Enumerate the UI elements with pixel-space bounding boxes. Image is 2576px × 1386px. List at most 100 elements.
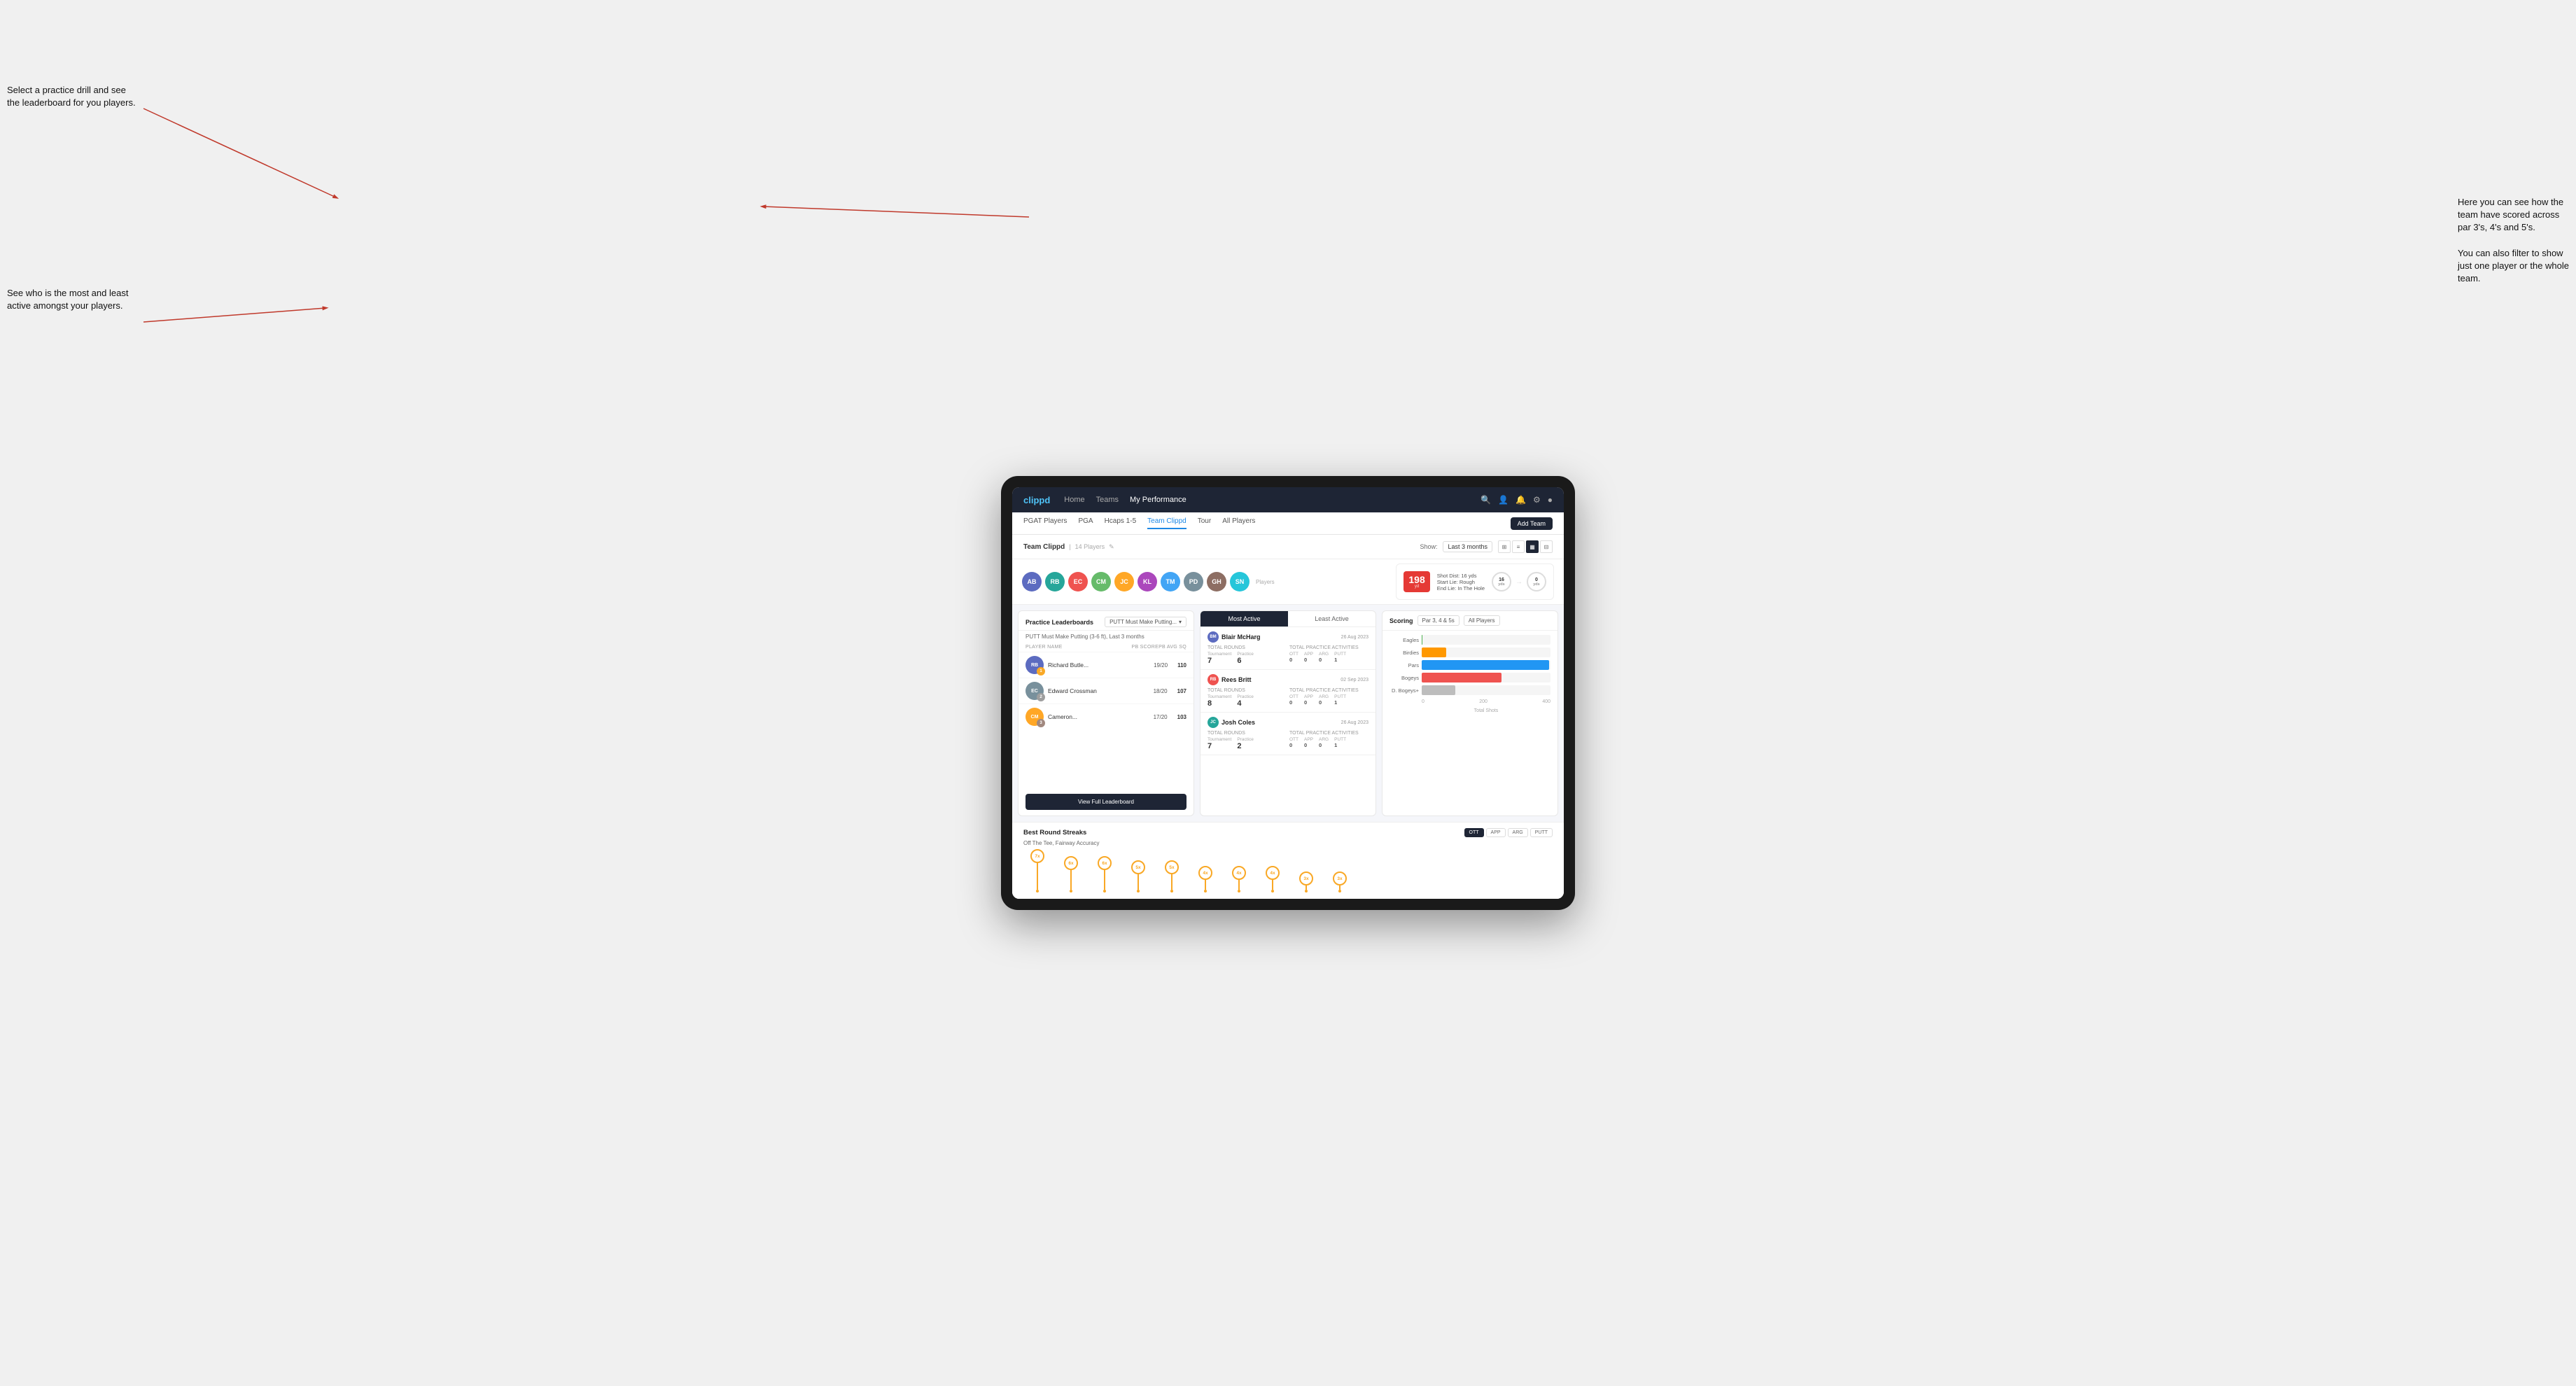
end-lie: End Lie: In The Hole <box>1437 585 1485 592</box>
birdies-row: Birdies 96 <box>1390 648 1550 657</box>
list-item: JC Josh Coles 26 Aug 2023 Total Rounds T… <box>1200 713 1376 755</box>
most-active-tab[interactable]: Most Active <box>1200 611 1288 626</box>
player-avatar-4[interactable]: CM <box>1091 572 1111 592</box>
navbar-icons: 🔍 👤 🔔 ⚙ ● <box>1480 495 1553 505</box>
blair-practice-activities: Total Practice Activities OTT 0 APP 0 <box>1289 645 1368 665</box>
list-item: RB Rees Britt 02 Sep 2023 Total Rounds T… <box>1200 670 1376 713</box>
shot-dist-text: Shot Dist: 16 yds <box>1437 573 1485 579</box>
subnav-hcaps[interactable]: Hcaps 1-5 <box>1105 517 1137 529</box>
streak-dot-6 <box>1204 890 1207 892</box>
blair-putt-val: 1 <box>1334 657 1346 663</box>
dist-sub-1: yds <box>1498 582 1504 587</box>
player-avatar-10[interactable]: SN <box>1230 572 1250 592</box>
scoring-title: Scoring <box>1390 617 1413 624</box>
par-filter[interactable]: Par 3, 4 & 5s <box>1418 615 1460 626</box>
nav-teams[interactable]: Teams <box>1096 496 1119 504</box>
rees-rounds-label: Total Rounds <box>1208 688 1287 693</box>
streak-label-10: 3x <box>1333 872 1347 886</box>
player-avg-2: 107 <box>1177 688 1186 694</box>
col-avg: PB AVG SQ <box>1158 645 1186 650</box>
annotation-top-left: Select a practice drill and seethe leade… <box>7 84 136 109</box>
streaks-btn-app[interactable]: APP <box>1486 828 1506 837</box>
player-avatar-7[interactable]: TM <box>1161 572 1180 592</box>
subnav-team-clippd[interactable]: Team Clippd <box>1147 517 1186 529</box>
leaderboard-subtitle: PUTT Must Make Putting (3-6 ft), Last 3 … <box>1018 631 1194 643</box>
player-name-blair: BM Blair McHarg <box>1208 631 1261 643</box>
rank-avatar-1: RB 1 <box>1026 656 1044 674</box>
dist-sub-2: yds <box>1533 582 1539 587</box>
rees-tournament-val: 8 <box>1208 699 1231 708</box>
player-filter[interactable]: All Players <box>1464 615 1500 626</box>
content-grid: Practice Leaderboards PUTT Must Make Put… <box>1012 605 1564 822</box>
team-header: Team Clippd | 14 Players ✎ Show: Last 3 … <box>1012 535 1564 559</box>
table-row[interactable]: CM 3 Cameron... 17/20 103 <box>1018 704 1194 729</box>
grid-view-icon[interactable]: ⊞ <box>1498 540 1511 553</box>
player-avatar-6[interactable]: KL <box>1138 572 1157 592</box>
player-score-1: 19/20 <box>1154 662 1168 668</box>
tablet-shell: clippd Home Teams My Performance 🔍 👤 🔔 ⚙… <box>1001 476 1575 910</box>
gold-badge: 1 <box>1037 667 1045 676</box>
pars-bar <box>1422 660 1549 670</box>
streak-stem-8 <box>1272 880 1273 890</box>
table-row[interactable]: RB 1 Richard Butle... 19/20 110 <box>1018 652 1194 678</box>
period-select[interactable]: Last 3 months <box>1443 541 1492 552</box>
table-view-icon[interactable]: ⊟ <box>1540 540 1553 553</box>
streaks-btn-arg[interactable]: ARG <box>1508 828 1528 837</box>
list-item: BM Blair McHarg 26 Aug 2023 Total Rounds… <box>1200 627 1376 670</box>
team-player-count: 14 Players <box>1075 543 1105 550</box>
least-active-tab[interactable]: Least Active <box>1288 611 1376 626</box>
streak-dot-7 <box>1238 890 1240 892</box>
dbogeys-bar <box>1422 685 1455 695</box>
table-row[interactable]: EC 2 Edward Crossman 18/20 107 <box>1018 678 1194 704</box>
player-avatar-2[interactable]: RB <box>1045 572 1065 592</box>
shot-text: Shot Dist: 16 yds Start Lie: Rough End L… <box>1437 573 1485 592</box>
subnav-tour[interactable]: Tour <box>1198 517 1211 529</box>
players-label: Players <box>1256 579 1275 585</box>
eagles-label: Eagles <box>1390 637 1419 643</box>
rees-practice: Practice 4 <box>1237 694 1253 708</box>
player-avatar-9[interactable]: GH <box>1207 572 1226 592</box>
subnav-pgat[interactable]: PGAT Players <box>1023 517 1067 529</box>
show-label: Show: <box>1420 543 1437 550</box>
rank-avatar-2: EC 2 <box>1026 682 1044 700</box>
streak-dot-4 <box>1137 890 1140 892</box>
nav-my-performance[interactable]: My Performance <box>1130 496 1186 504</box>
streaks-section: Best Round Streaks OTT APP ARG PUTT Off … <box>1012 822 1564 899</box>
blair-tournament-val: 7 <box>1208 657 1231 665</box>
player-avatar-5[interactable]: JC <box>1114 572 1134 592</box>
streak-dot-1 <box>1036 890 1039 892</box>
josh-rounds-values: Tournament 7 Practice 2 <box>1208 737 1287 750</box>
streaks-btn-ott[interactable]: OTT <box>1464 828 1484 837</box>
subnav-all-players[interactable]: All Players <box>1222 517 1255 529</box>
view-full-leaderboard-button[interactable]: View Full Leaderboard <box>1026 794 1186 810</box>
player-avatar-3[interactable]: EC <box>1068 572 1088 592</box>
blair-rounds-values: Tournament 7 Practice 6 <box>1208 652 1287 665</box>
blair-rounds: Total Rounds Tournament 7 Practice 6 <box>1208 645 1287 665</box>
add-team-button[interactable]: Add Team <box>1511 517 1553 530</box>
subnav-pga[interactable]: PGA <box>1078 517 1093 529</box>
list-view-icon[interactable]: ≡ <box>1512 540 1525 553</box>
player-name-3: Cameron... <box>1048 713 1149 720</box>
profile-icon[interactable]: 👤 <box>1498 495 1508 505</box>
josh-date: 26 Aug 2023 <box>1341 720 1368 725</box>
player-avatar-8[interactable]: PD <box>1184 572 1203 592</box>
player-header-3: JC Josh Coles 26 Aug 2023 <box>1208 717 1368 728</box>
bell-icon[interactable]: 🔔 <box>1516 495 1526 505</box>
player-avatar-1[interactable]: AB <box>1022 572 1042 592</box>
settings-icon[interactable]: ⚙ <box>1533 495 1541 505</box>
streaks-btn-putt[interactable]: PUTT <box>1530 828 1553 837</box>
card-view-icon[interactable]: ▦ <box>1526 540 1539 553</box>
search-icon[interactable]: 🔍 <box>1480 495 1491 505</box>
dbogeys-row: D. Bogeys+ 131 <box>1390 685 1550 695</box>
scoring-chart: Eagles 3 Birdies 96 <box>1382 631 1558 816</box>
nav-home[interactable]: Home <box>1064 496 1084 504</box>
bogeys-bar-container: 311 <box>1422 673 1550 682</box>
edit-team-icon[interactable]: ✎ <box>1109 543 1114 551</box>
blair-avatar: BM <box>1208 631 1219 643</box>
annotation-top-right: Here you can see how theteam have scored… <box>2458 196 2569 285</box>
drill-dropdown[interactable]: PUTT Must Make Putting... ▾ <box>1105 617 1186 627</box>
user-avatar[interactable]: ● <box>1548 495 1553 505</box>
streak-dot-9 <box>1305 890 1308 892</box>
blair-ott-val: 0 <box>1289 657 1298 663</box>
streaks-header: Best Round Streaks OTT APP ARG PUTT <box>1023 828 1553 837</box>
